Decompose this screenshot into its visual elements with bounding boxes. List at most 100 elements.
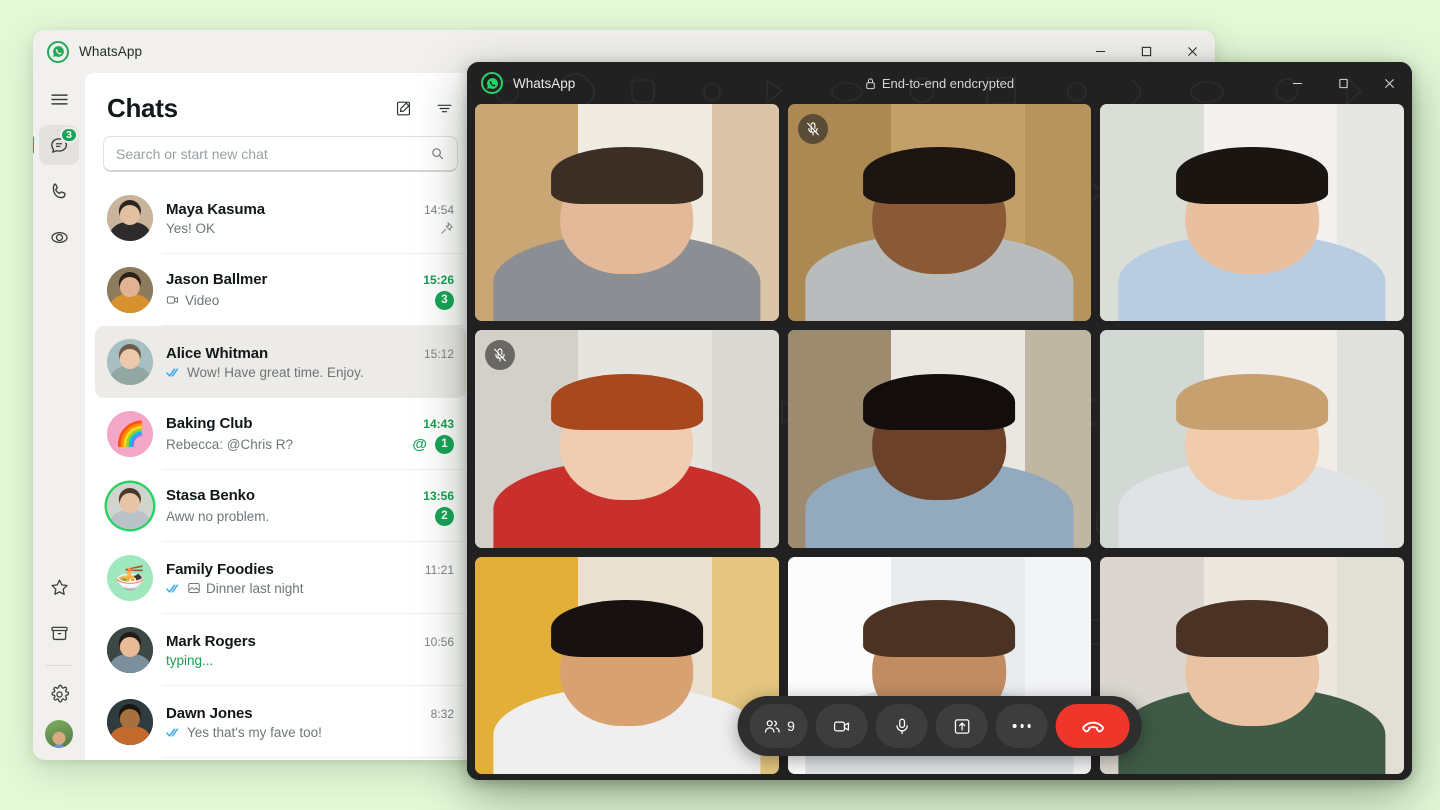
share-screen-button[interactable]	[935, 704, 988, 748]
participant-video	[475, 556, 779, 774]
participant-video	[787, 330, 1092, 548]
image-message-icon	[188, 582, 200, 594]
chat-item-preview: typing...	[166, 652, 214, 668]
chat-item-name: Mark Rogers	[166, 632, 256, 650]
chat-item-meta: Mark Rogers 10:56 typing...	[166, 633, 454, 668]
avatar[interactable]	[107, 483, 153, 529]
search-container	[85, 132, 476, 182]
chat-item-preview: Dinner last night	[166, 581, 304, 596]
chat-item-preview: Video	[166, 293, 219, 308]
chat-item-name: Alice Whitman	[166, 344, 269, 362]
chat-list-item[interactable]: Maya Kasuma 14:54 Yes! OK	[95, 182, 466, 254]
profile-avatar[interactable]	[45, 720, 73, 748]
unread-count-badge: 3	[435, 290, 454, 310]
rail-divider	[46, 665, 72, 666]
avatar[interactable]	[107, 267, 153, 313]
participant-tile[interactable]	[475, 104, 779, 322]
call-window-controls	[1274, 62, 1412, 104]
chat-list-item[interactable]: 🌈 Baking Club 14:43 Rebecca: @Chris R? @1	[95, 398, 466, 470]
chat-item-indicators: 3	[435, 290, 454, 310]
chat-item-topline: Family Foodies 11:21	[166, 561, 454, 578]
avatar[interactable]	[107, 339, 153, 385]
hangup-phone-icon	[1082, 721, 1104, 732]
participant-hair	[550, 147, 703, 204]
camera-button[interactable]	[815, 704, 868, 748]
encryption-label: End-to-end endcrypted	[881, 75, 1015, 91]
menu-button[interactable]	[39, 79, 79, 119]
chat-list-item[interactable]: 🍜 Family Foodies 11:21 Dinner last night	[95, 542, 466, 614]
chat-item-meta: Baking Club 14:43 Rebecca: @Chris R? @1	[166, 415, 454, 454]
chat-item-time: 15:26	[423, 272, 454, 287]
new-chat-icon[interactable]	[394, 99, 413, 118]
avatar[interactable]	[107, 699, 153, 745]
more-options-button[interactable]	[995, 704, 1048, 748]
call-minimize-button[interactable]	[1274, 62, 1320, 104]
chat-item-bottomline: Wow! Have great time. Enjoy.	[166, 365, 454, 380]
chat-item-indicators: 2	[435, 506, 454, 526]
participant-tile[interactable]	[787, 330, 1092, 548]
avatar[interactable]	[107, 627, 153, 673]
chat-item-bottomline: Yes! OK	[166, 221, 454, 236]
unread-count-badge: 2	[435, 506, 454, 526]
end-call-button[interactable]	[1055, 704, 1130, 748]
avatar[interactable]	[107, 195, 153, 241]
chat-list-actions	[394, 99, 454, 118]
search-input[interactable]	[116, 145, 430, 162]
chat-list-item[interactable]: Stasa Benko 13:56 Aww no problem. 2	[95, 470, 466, 542]
participant-hair	[1176, 600, 1329, 657]
chat-item-topline: Baking Club 14:43	[166, 415, 454, 432]
video-message-icon	[166, 296, 179, 304]
participant-tile[interactable]	[475, 330, 779, 548]
filter-chats-icon[interactable]	[435, 99, 454, 118]
chat-list-item[interactable]: Alice Whitman 15:12 Wow! Have great time. …	[95, 326, 466, 398]
participant-hair	[1176, 373, 1329, 431]
main-window-title: WhatsApp	[79, 44, 143, 59]
participant-video	[1100, 104, 1404, 322]
sidebar-item-archived[interactable]	[39, 613, 79, 653]
participant-tile[interactable]	[1100, 104, 1404, 322]
participant-tile[interactable]	[1100, 330, 1404, 548]
chat-list-item[interactable]: Mark Rogers 10:56 typing...	[95, 614, 466, 686]
pinned-icon	[441, 221, 453, 234]
chat-list[interactable]: Maya Kasuma 14:54 Yes! OK Jason Ballmer 15:2…	[85, 182, 476, 760]
avatar[interactable]: 🌈	[107, 411, 153, 457]
search-box[interactable]	[103, 136, 458, 172]
chat-list-item[interactable]: Dawn Jones 8:32 Yes that's my fave too!	[95, 686, 466, 758]
sidebar-item-starred[interactable]	[39, 567, 79, 607]
chat-item-time: 13:56	[423, 488, 454, 503]
chat-item-meta: Stasa Benko 13:56 Aww no problem. 2	[166, 487, 454, 526]
avatar[interactable]: 🍜	[107, 555, 153, 601]
participants-button[interactable]: 9	[749, 704, 808, 748]
sidebar-item-chats[interactable]: 3	[33, 125, 79, 165]
call-maximize-button[interactable]	[1320, 62, 1366, 104]
navigation-rail: 3	[33, 73, 85, 760]
chat-item-topline: Jason Ballmer 15:26	[166, 271, 454, 288]
list-divider	[162, 757, 466, 758]
participant-video	[475, 330, 779, 548]
chat-list-item[interactable]: Jason Ballmer 15:26 Video 3	[95, 254, 466, 326]
microphone-button[interactable]	[875, 704, 928, 748]
sidebar-item-status[interactable]	[39, 217, 79, 257]
video-camera-icon	[833, 721, 849, 731]
chat-item-topline: Mark Rogers 10:56	[166, 633, 454, 650]
chat-item-name: Family Foodies	[166, 560, 274, 578]
read-receipt-icon	[166, 367, 179, 377]
sidebar-item-settings[interactable]	[39, 674, 79, 714]
whatsapp-logo-icon	[481, 72, 503, 94]
participant-video	[475, 104, 779, 322]
sidebar-item-calls[interactable]	[39, 171, 79, 211]
chat-item-bottomline: Video 3	[166, 290, 454, 310]
chat-item-topline: Dawn Jones 8:32	[166, 705, 454, 722]
participant-tile[interactable]	[1100, 556, 1404, 774]
participant-tile[interactable]	[787, 104, 1092, 322]
read-receipt-icon	[166, 583, 179, 593]
chat-item-preview: Yes that's my fave too!	[166, 725, 322, 740]
participant-tile[interactable]	[475, 556, 779, 774]
call-close-button[interactable]	[1366, 62, 1412, 104]
chat-item-preview: Rebecca: @Chris R?	[166, 436, 293, 452]
chat-item-indicators	[439, 221, 454, 236]
participants-count: 9	[787, 718, 795, 734]
unread-count-badge: 1	[435, 434, 454, 454]
chat-item-meta: Alice Whitman 15:12 Wow! Have great time. …	[166, 345, 454, 380]
chat-item-topline: Stasa Benko 13:56	[166, 487, 454, 504]
